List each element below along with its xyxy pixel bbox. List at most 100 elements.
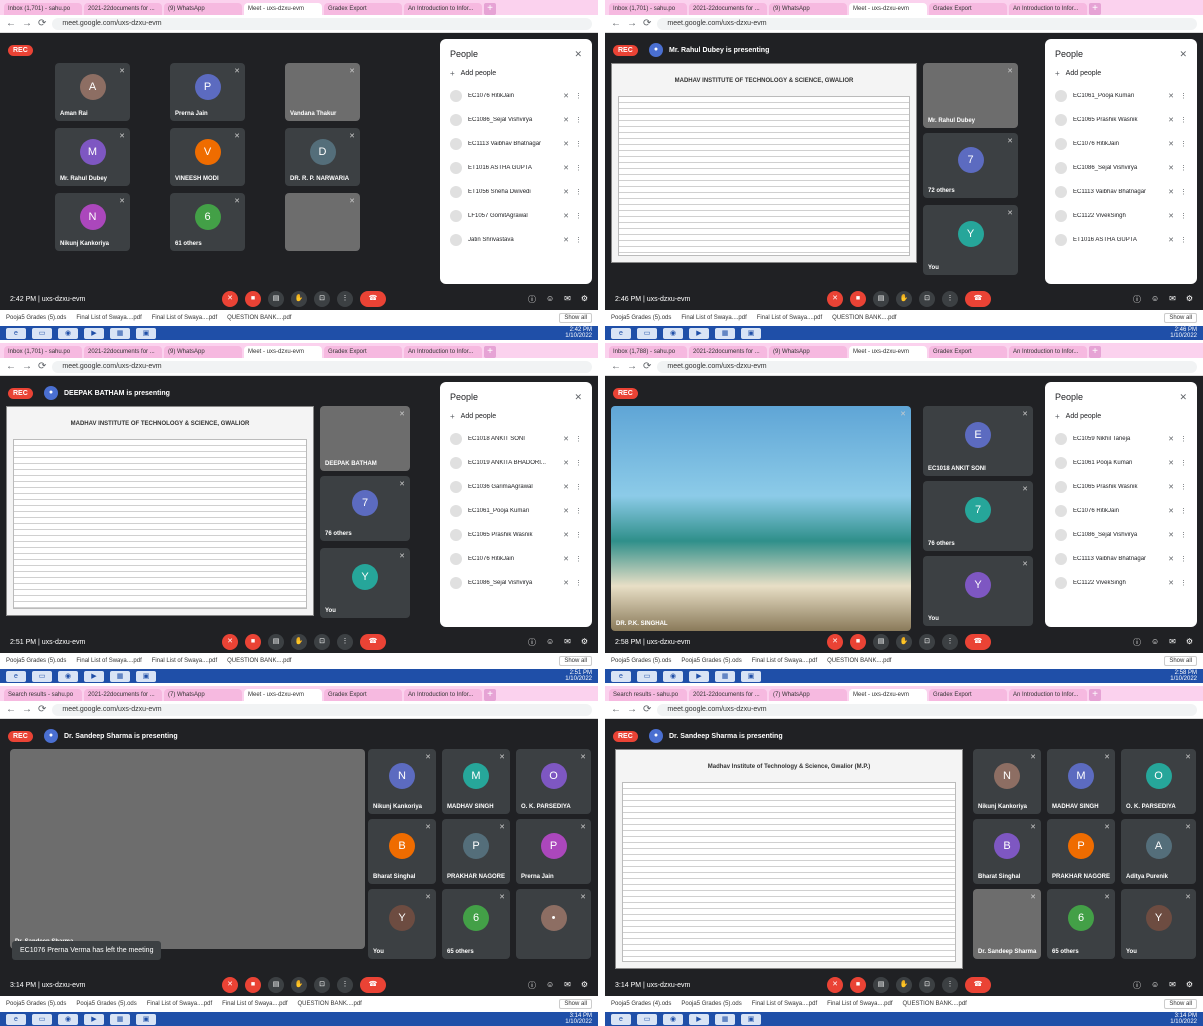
chat-icon[interactable]: ✉ [564,637,571,648]
activities-icon[interactable]: ⚙ [581,980,588,991]
download-item[interactable]: Pooja5 Grades (4).ods [611,1001,671,1007]
more-options-button[interactable]: ⋮ [942,977,958,993]
participant-row[interactable]: EC1065 Prashik Wasnik ✕ ⋮ [450,523,582,547]
more-options-icon[interactable]: ⋮ [575,164,582,172]
raise-hand-button[interactable]: ✋ [896,291,912,307]
folder-icon[interactable]: ▭ [32,670,52,682]
reload-icon[interactable]: ⟳ [643,704,651,715]
browser-tab[interactable]: Gradex Export [929,689,1007,701]
browser-tab[interactable]: Gradex Export [324,689,402,701]
download-item[interactable]: Pooja5 Grades (5).ods [76,1001,136,1007]
captions-button[interactable]: ▤ [268,634,284,650]
more-options-icon[interactable]: ⋮ [575,555,582,563]
present-button[interactable]: ⊡ [919,634,935,650]
window-icon[interactable]: ▣ [136,327,156,339]
more-options-button[interactable]: ⋮ [942,634,958,650]
participant-row[interactable]: EC1076 RitikJain ✕ ⋮ [1055,132,1187,156]
activities-icon[interactable]: ⚙ [581,294,588,305]
mic-off-button[interactable]: ✕ [827,977,843,993]
add-people-button[interactable]: + Add people [450,69,582,78]
url-field[interactable]: meet.google.com/uxs-dzxu-evm [52,703,592,716]
browser-tab[interactable]: Meet - uxs-dzxu-evm [244,689,322,701]
browser-tab[interactable]: (7) WhatsApp [769,689,847,701]
browser-tab[interactable]: (9) WhatsApp [769,3,847,15]
chat-icon[interactable]: ✉ [1169,637,1176,648]
back-icon[interactable]: ← [6,361,16,372]
participant-row[interactable]: EC1113 Vaibhav Bhatnagar ✕ ⋮ [1055,180,1187,204]
participant-row[interactable]: EC1061_Pooja Kumari ✕ ⋮ [1055,84,1187,108]
chat-icon[interactable]: ✉ [1169,294,1176,305]
show-all-button[interactable]: Show all [1164,999,1197,1009]
browser-tab[interactable]: Gradex Export [324,346,402,358]
browser-tab[interactable]: 2021-22documents for ... [84,689,162,701]
reload-icon[interactable]: ⟳ [38,361,46,372]
participant-row[interactable]: EC1065 Prashik Wasnik ✕ ⋮ [1055,108,1187,132]
more-options-icon[interactable]: ⋮ [1180,236,1187,244]
media-icon[interactable]: ▶ [84,670,104,682]
ie-icon[interactable]: e [6,670,26,682]
reload-icon[interactable]: ⟳ [643,361,651,372]
participant-row[interactable]: EC1019 ANKITA BHADORI... ✕ ⋮ [450,451,582,475]
download-item[interactable]: Final List of Swaya....pdf [752,658,817,664]
browser-tab[interactable]: (9) WhatsApp [769,346,847,358]
participant-row[interactable]: LF1057 GomitAgrawal ✕ ⋮ [450,204,582,228]
browser-tab[interactable]: An Introduction to Infor... [404,689,482,701]
chat-icon[interactable]: ✉ [564,980,571,991]
close-icon[interactable]: ✕ [574,392,582,403]
more-options-icon[interactable]: ⋮ [575,92,582,100]
add-people-button[interactable]: + Add people [450,412,582,421]
more-options-icon[interactable]: ⋮ [1180,507,1187,515]
back-icon[interactable]: ← [6,704,16,715]
browser-tab[interactable]: An Introduction to Infor... [1009,346,1087,358]
download-item[interactable]: Pooja5 Grades (5).ods [611,315,671,321]
show-all-button[interactable]: Show all [559,999,592,1009]
reload-icon[interactable]: ⟳ [643,18,651,29]
browser-tab[interactable]: 2021-22documents for ... [689,689,767,701]
close-icon[interactable]: ✕ [574,49,582,60]
download-item[interactable]: Final List of Swaya....pdf [147,1001,212,1007]
spreadsheet-icon[interactable]: ▦ [110,670,130,682]
window-icon[interactable]: ▣ [136,1013,156,1025]
more-options-button[interactable]: ⋮ [942,291,958,307]
camera-off-button[interactable]: ■ [245,977,261,993]
back-icon[interactable]: ← [611,704,621,715]
new-tab-icon[interactable]: + [1089,689,1101,701]
people-icon[interactable]: ☺ [1151,980,1159,991]
show-all-button[interactable]: Show all [559,313,592,323]
participant-row[interactable]: EC1122 VivekSingh ✕ ⋮ [1055,204,1187,228]
participant-row[interactable]: EC1122 VivekSingh ✕ ⋮ [1055,571,1187,595]
people-icon[interactable]: ☺ [1151,637,1159,648]
activities-icon[interactable]: ⚙ [1186,980,1193,991]
camera-off-button[interactable]: ■ [245,634,261,650]
chat-icon[interactable]: ✉ [1169,980,1176,991]
window-icon[interactable]: ▣ [136,670,156,682]
chat-icon[interactable]: ✉ [564,294,571,305]
participant-row[interactable]: EC1059 Nikhil Taneja ✕ ⋮ [1055,427,1187,451]
participant-row[interactable]: EC1086_Sejal Vishvirya ✕ ⋮ [450,571,582,595]
show-all-button[interactable]: Show all [1164,656,1197,666]
download-item[interactable]: Final List of Swaya....pdf [76,315,141,321]
download-item[interactable]: Pooja5 Grades (5).ods [6,315,66,321]
raise-hand-button[interactable]: ✋ [291,291,307,307]
browser-tab[interactable]: (9) WhatsApp [164,3,242,15]
more-options-icon[interactable]: ⋮ [575,483,582,491]
more-options-icon[interactable]: ⋮ [1180,212,1187,220]
browser-tab[interactable]: Meet - uxs-dzxu-evm [244,346,322,358]
forward-icon[interactable]: → [22,704,32,715]
download-item[interactable]: Final List of Swaya....pdf [152,658,217,664]
browser-tab[interactable]: Inbox (1,788) - sahu.po [609,346,687,358]
info-icon[interactable]: ⓘ [1133,294,1141,305]
download-item[interactable]: Final List of Swaya....pdf [752,1001,817,1007]
more-options-icon[interactable]: ⋮ [1180,579,1187,587]
ie-icon[interactable]: e [611,1013,631,1025]
participant-row[interactable]: EC1086_Sejal Vishvirya ✕ ⋮ [1055,156,1187,180]
end-call-button[interactable]: ☎ [965,291,991,307]
more-options-icon[interactable]: ⋮ [1180,92,1187,100]
more-options-icon[interactable]: ⋮ [1180,164,1187,172]
more-options-icon[interactable]: ⋮ [575,212,582,220]
info-icon[interactable]: ⓘ [528,980,536,991]
browser-tab[interactable]: An Introduction to Infor... [404,3,482,15]
participant-row[interactable]: ET1016 ASTHA GUPTA ✕ ⋮ [450,156,582,180]
browser-tab[interactable]: 2021-22documents for ... [84,3,162,15]
folder-icon[interactable]: ▭ [637,670,657,682]
